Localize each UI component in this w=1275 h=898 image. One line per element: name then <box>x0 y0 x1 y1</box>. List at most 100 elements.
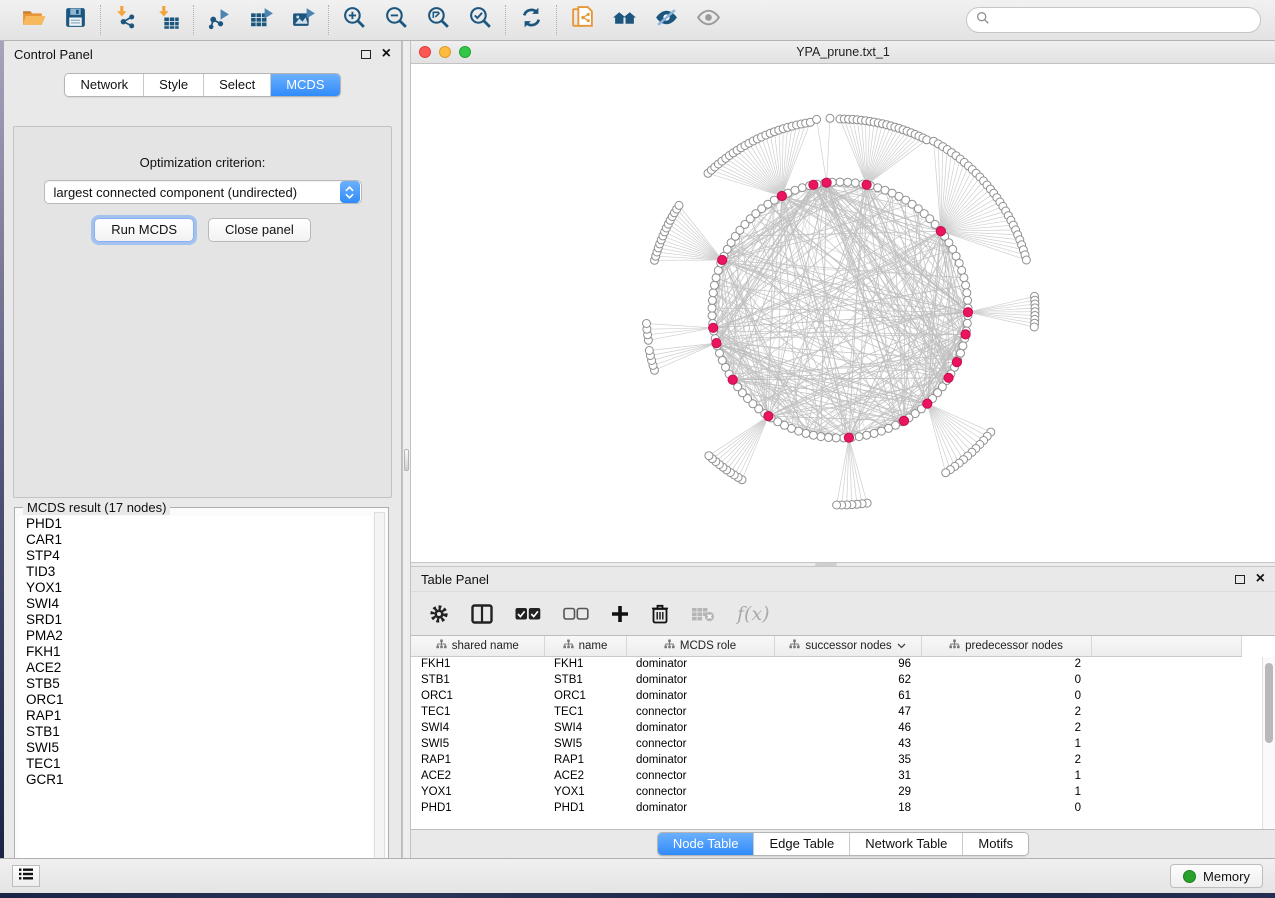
network-node[interactable] <box>958 266 966 274</box>
cell-predecessor-nodes[interactable]: 0 <box>921 688 1091 704</box>
network-node[interactable] <box>826 114 834 122</box>
delete-column-button[interactable] <box>651 604 669 624</box>
network-node[interactable] <box>832 434 840 442</box>
network-node[interactable] <box>709 289 717 297</box>
cell-shared-name[interactable]: PHD1 <box>411 800 544 816</box>
show-columns-button[interactable] <box>471 604 493 624</box>
cell-successor-nodes[interactable]: 35 <box>774 752 921 768</box>
cell-name[interactable]: PHD1 <box>544 800 626 816</box>
table-row[interactable]: YOX1YOX1connector291 <box>411 784 1241 800</box>
memory-button[interactable]: Memory <box>1170 864 1263 888</box>
network-hub-node[interactable] <box>862 180 871 189</box>
import-network-button[interactable] <box>110 5 142 35</box>
first-neighbors-button[interactable] <box>608 5 640 35</box>
network-hub-node[interactable] <box>961 330 970 339</box>
search-field[interactable] <box>966 7 1261 33</box>
splitter-handle[interactable] <box>815 563 837 566</box>
network-hub-node[interactable] <box>777 191 786 200</box>
vertical-splitter[interactable] <box>402 41 411 858</box>
zoom-fit-button[interactable] <box>422 5 454 35</box>
cell-name[interactable]: TEC1 <box>544 704 626 720</box>
mcds-result-item[interactable]: PMA2 <box>19 628 372 644</box>
network-node[interactable] <box>825 434 833 442</box>
table-row[interactable]: SWI4SWI4dominator462 <box>411 720 1241 736</box>
scrollbar-thumb[interactable] <box>1265 663 1273 743</box>
cell-successor-nodes[interactable]: 47 <box>774 704 921 720</box>
show-all-button[interactable] <box>692 5 724 35</box>
cell-predecessor-nodes[interactable]: 2 <box>921 704 1091 720</box>
cell-MCDS-role[interactable]: dominator <box>626 752 774 768</box>
network-node[interactable] <box>645 347 653 355</box>
network-node[interactable] <box>960 274 968 282</box>
save-session-button[interactable] <box>59 5 91 35</box>
mcds-result-item[interactable]: STB5 <box>19 676 372 692</box>
table-row[interactable]: SWI5SWI5connector431 <box>411 736 1241 752</box>
mcds-result-item[interactable]: ORC1 <box>19 692 372 708</box>
network-node[interactable] <box>791 186 799 194</box>
tab-motifs[interactable]: Motifs <box>962 833 1028 855</box>
network-hub-node[interactable] <box>844 433 853 442</box>
deselect-all-button[interactable] <box>563 607 589 621</box>
criterion-select[interactable]: largest connected component (undirected) <box>44 180 362 204</box>
cell-MCDS-role[interactable]: connector <box>626 768 774 784</box>
cell-shared-name[interactable]: SWI4 <box>411 720 544 736</box>
tab-network[interactable]: Network <box>65 74 143 96</box>
network-node[interactable] <box>798 184 806 192</box>
tab-node-table[interactable]: Node Table <box>658 833 754 855</box>
network-node[interactable] <box>817 433 825 441</box>
cell-name[interactable]: ACE2 <box>544 768 626 784</box>
float-panel-icon[interactable] <box>361 50 371 59</box>
cell-predecessor-nodes[interactable]: 2 <box>921 720 1091 736</box>
mcds-result-item[interactable]: TEC1 <box>19 756 372 772</box>
network-node[interactable] <box>963 319 971 327</box>
network-node[interactable] <box>863 431 871 439</box>
network-hub-node[interactable] <box>809 180 818 189</box>
network-hub-node[interactable] <box>728 375 737 384</box>
cell-shared-name[interactable]: YOX1 <box>411 784 544 800</box>
network-node[interactable] <box>877 427 885 435</box>
table-row[interactable]: ORC1ORC1dominator610 <box>411 688 1241 704</box>
tab-mcds[interactable]: MCDS <box>270 74 339 96</box>
splitter-handle[interactable] <box>404 449 409 471</box>
open-session-button[interactable] <box>17 5 49 35</box>
export-network-button[interactable] <box>203 5 235 35</box>
network-hub-node[interactable] <box>899 416 908 425</box>
cell-successor-nodes[interactable]: 29 <box>774 784 921 800</box>
network-hub-node[interactable] <box>709 323 718 332</box>
duplicate-network-button[interactable] <box>566 5 598 35</box>
mcds-result-item[interactable]: SRD1 <box>19 612 372 628</box>
cell-name[interactable]: FKH1 <box>544 656 626 672</box>
cell-name[interactable]: ORC1 <box>544 688 626 704</box>
table-row[interactable]: PHD1PHD1dominator180 <box>411 800 1241 816</box>
cell-shared-name[interactable]: TEC1 <box>411 704 544 720</box>
cell-successor-nodes[interactable]: 62 <box>774 672 921 688</box>
run-mcds-button[interactable]: Run MCDS <box>94 218 194 242</box>
cell-predecessor-nodes[interactable]: 2 <box>921 752 1091 768</box>
network-node[interactable] <box>708 304 716 312</box>
mcds-result-item[interactable]: RAP1 <box>19 708 372 724</box>
column-header-predecessor-nodes[interactable]: predecessor nodes <box>921 636 1091 656</box>
network-hub-node[interactable] <box>923 399 932 408</box>
show-panel-list-button[interactable] <box>12 865 40 887</box>
zoom-selected-button[interactable] <box>464 5 496 35</box>
network-node[interactable] <box>1030 323 1038 331</box>
cell-MCDS-role[interactable]: dominator <box>626 672 774 688</box>
network-graph[interactable] <box>411 64 1273 562</box>
cell-name[interactable]: RAP1 <box>544 752 626 768</box>
table-row[interactable]: TEC1TEC1connector472 <box>411 704 1241 720</box>
network-node[interactable] <box>833 501 841 509</box>
network-node[interactable] <box>710 281 718 289</box>
hide-selected-button[interactable] <box>650 5 682 35</box>
cell-name[interactable]: STB1 <box>544 672 626 688</box>
network-node[interactable] <box>844 178 852 186</box>
cell-predecessor-nodes[interactable]: 1 <box>921 768 1091 784</box>
select-all-button[interactable] <box>515 607 541 621</box>
export-image-button[interactable] <box>287 5 319 35</box>
mcds-result-item[interactable]: FKH1 <box>19 644 372 660</box>
network-node[interactable] <box>712 274 720 282</box>
mcds-result-item[interactable]: PHD1 <box>19 516 372 532</box>
mcds-result-item[interactable]: STP4 <box>19 548 372 564</box>
mcds-result-item[interactable]: YOX1 <box>19 580 372 596</box>
tab-style[interactable]: Style <box>143 74 203 96</box>
zoom-out-button[interactable] <box>380 5 412 35</box>
